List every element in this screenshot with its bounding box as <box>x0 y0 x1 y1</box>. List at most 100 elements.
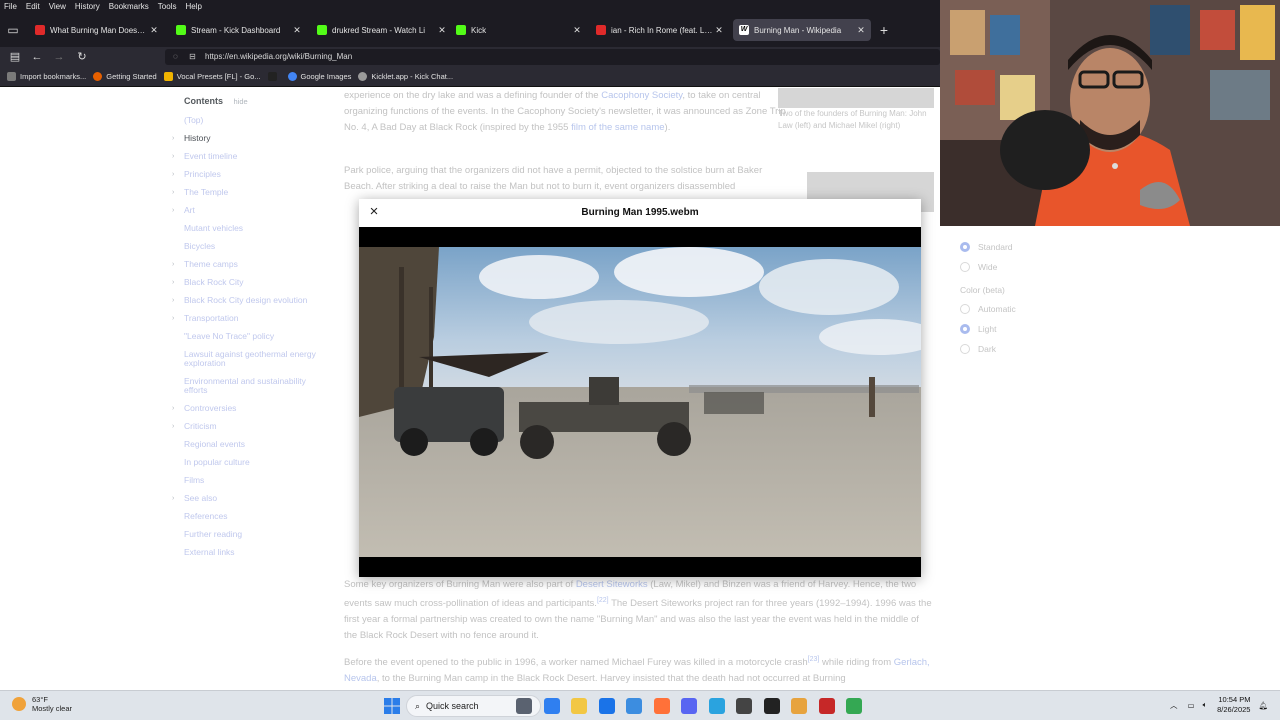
bookmark-google-images[interactable]: Google Images <box>287 72 351 81</box>
close-tab-icon[interactable]: ✕ <box>148 25 160 36</box>
media-viewer-dialog: × Burning Man 1995.webm <box>359 199 921 577</box>
option-label: Light <box>978 324 997 334</box>
bookmark-getting-started[interactable]: Getting Started <box>93 72 157 81</box>
bookmark-label: Kicklet.app - Kick Chat... <box>371 72 454 81</box>
url-text: https://en.wikipedia.org/wiki/Burning_Ma… <box>205 52 353 61</box>
webcam-image <box>940 0 1280 226</box>
bookmark-label: Import bookmarks... <box>20 72 87 81</box>
menu-bookmarks[interactable]: Bookmarks <box>109 2 149 11</box>
wikipedia-icon: W <box>739 25 749 35</box>
weather-widget[interactable]: 63°F Mostly clear <box>12 695 72 713</box>
address-bar[interactable]: ◌ ⊟ https://en.wikipedia.org/wiki/Burnin… <box>165 49 940 65</box>
bookmarks-toolbar: Import bookmarks... Getting Started Voca… <box>0 67 940 87</box>
tab-rich-in-rome[interactable]: ian - Rich In Rome (feat. LAZER ✕ <box>590 19 729 41</box>
video-player[interactable] <box>359 227 921 577</box>
tab-strip: ▭ What Burning Man Doesn't Wa ✕ Stream -… <box>0 13 940 47</box>
webcam-overlay <box>940 0 1280 226</box>
tab-kick[interactable]: Kick ✕ <box>450 19 587 41</box>
tab-title: ian - Rich In Rome (feat. LAZER <box>611 25 713 35</box>
network-icon[interactable]: ▭ <box>1188 701 1195 710</box>
taskbar-app-icon[interactable] <box>626 698 642 714</box>
option-label: Standard <box>978 242 1013 252</box>
windows-start-icon[interactable] <box>384 698 400 714</box>
kicklet-icon <box>358 72 368 81</box>
video-frame <box>359 227 921 577</box>
sidebar-toggle-icon[interactable]: ▤ <box>7 49 23 65</box>
taskbar-app-icon[interactable] <box>846 698 862 714</box>
windows-taskbar: 63°F Mostly clear ⌕ Quick search ︿ ▭ 🔈︎ … <box>0 690 1280 720</box>
color-dark-option[interactable]: Dark <box>960 339 1100 359</box>
back-icon[interactable]: ← <box>29 49 45 65</box>
radio-selected-icon <box>960 324 970 334</box>
bookmark-s-icon[interactable] <box>267 72 281 81</box>
volume-icon[interactable]: 🔈︎ <box>1203 700 1208 710</box>
forward-icon[interactable]: → <box>51 49 67 65</box>
bookmark-label: Getting Started <box>106 72 157 81</box>
taskbar-app-icon[interactable] <box>543 698 560 714</box>
youtube-icon <box>35 25 45 35</box>
bookmark-import[interactable]: Import bookmarks... <box>7 72 86 81</box>
browser-window: File Edit View History Bookmarks Tools H… <box>0 0 940 690</box>
bookmark-kicklet[interactable]: Kicklet.app - Kick Chat... <box>358 72 453 81</box>
close-tab-icon[interactable]: ✕ <box>713 25 725 36</box>
firefox-icon <box>93 72 103 81</box>
taskbar-app-icon[interactable] <box>736 698 752 714</box>
taskbar-app-icon[interactable] <box>763 698 780 714</box>
tab-kick-dashboard[interactable]: Stream - Kick Dashboard ✕ <box>170 19 307 41</box>
kick-icon <box>317 25 327 35</box>
new-tab-icon[interactable]: + <box>874 21 894 39</box>
menu-bar: File Edit View History Bookmarks Tools H… <box>0 0 940 13</box>
kick-icon <box>456 25 466 35</box>
navigation-bar: ▤ ← → ↻ ◌ ⊟ https://en.wikipedia.org/wik… <box>0 47 940 67</box>
menu-history[interactable]: History <box>75 2 100 11</box>
close-tab-icon[interactable]: ✕ <box>436 25 448 36</box>
shield-icon[interactable]: ◌ <box>173 49 178 65</box>
text-standard-option[interactable]: Standard <box>960 237 1100 257</box>
clock-time: 10:54 PM <box>1218 695 1251 704</box>
bookmark-vocal-presets[interactable]: Vocal Presets [FL] - Go... <box>163 72 261 81</box>
tab-what-burning-man[interactable]: What Burning Man Doesn't Wa ✕ <box>29 19 164 41</box>
tab-title: drukred Stream - Watch Li <box>332 25 426 35</box>
notification-icon[interactable]: 🔔︎ <box>1258 701 1268 710</box>
menu-view[interactable]: View <box>49 2 66 11</box>
lock-icon[interactable]: ⊟ <box>189 49 196 65</box>
youtube-icon <box>596 25 606 35</box>
kick-icon <box>176 25 186 35</box>
menu-tools[interactable]: Tools <box>158 2 177 11</box>
media-viewer-header: × Burning Man 1995.webm <box>359 199 921 227</box>
close-tab-icon[interactable]: ✕ <box>855 25 867 36</box>
appearance-options: Standard Wide Color (beta) Automatic Lig… <box>960 237 1100 359</box>
taskbar-app-icon[interactable] <box>791 698 807 714</box>
media-title: Burning Man 1995.webm <box>581 207 699 218</box>
google-icon <box>287 72 297 81</box>
menu-file[interactable]: File <box>4 2 17 11</box>
text-wide-option[interactable]: Wide <box>960 257 1100 277</box>
color-light-option[interactable]: Light <box>960 319 1100 339</box>
taskbar-app-icon[interactable] <box>681 698 697 714</box>
color-heading: Color (beta) <box>960 285 1005 295</box>
weather-temp: 63°F <box>32 695 48 704</box>
close-tab-icon[interactable]: ✕ <box>291 25 303 36</box>
taskbar-app-icon[interactable] <box>598 698 615 714</box>
color-automatic-option[interactable]: Automatic <box>960 299 1100 319</box>
taskbar-app-icon[interactable] <box>708 698 725 714</box>
taskbar-app-icon[interactable] <box>571 698 587 714</box>
menu-help[interactable]: Help <box>185 2 201 11</box>
close-tab-icon[interactable]: ✕ <box>571 25 583 36</box>
tab-burning-man-wikipedia[interactable]: W Burning Man - Wikipedia ✕ <box>733 19 871 41</box>
taskbar-app-icon[interactable] <box>653 698 670 714</box>
chevron-up-icon[interactable]: ︿ <box>1170 700 1178 711</box>
tab-drukred-stream[interactable]: drukred Stream - Watch Li ✕ <box>311 19 452 41</box>
clock[interactable]: 10:54 PM 8/26/2025 <box>1217 695 1250 715</box>
tab-list-icon[interactable]: ▭ <box>3 21 23 39</box>
tab-title: Kick <box>471 25 487 35</box>
reload-icon[interactable]: ↻ <box>74 49 90 65</box>
weather-desc: Mostly clear <box>32 704 73 713</box>
taskbar-app-icon[interactable] <box>818 698 835 714</box>
menu-edit[interactable]: Edit <box>26 2 40 11</box>
tab-title: What Burning Man Doesn't Wa <box>50 25 148 35</box>
clock-date: 8/26/2025 <box>1217 705 1251 714</box>
radio-icon <box>960 262 970 272</box>
tab-title: Stream - Kick Dashboard <box>191 25 281 35</box>
taskbar-app-icon[interactable] <box>516 698 532 714</box>
